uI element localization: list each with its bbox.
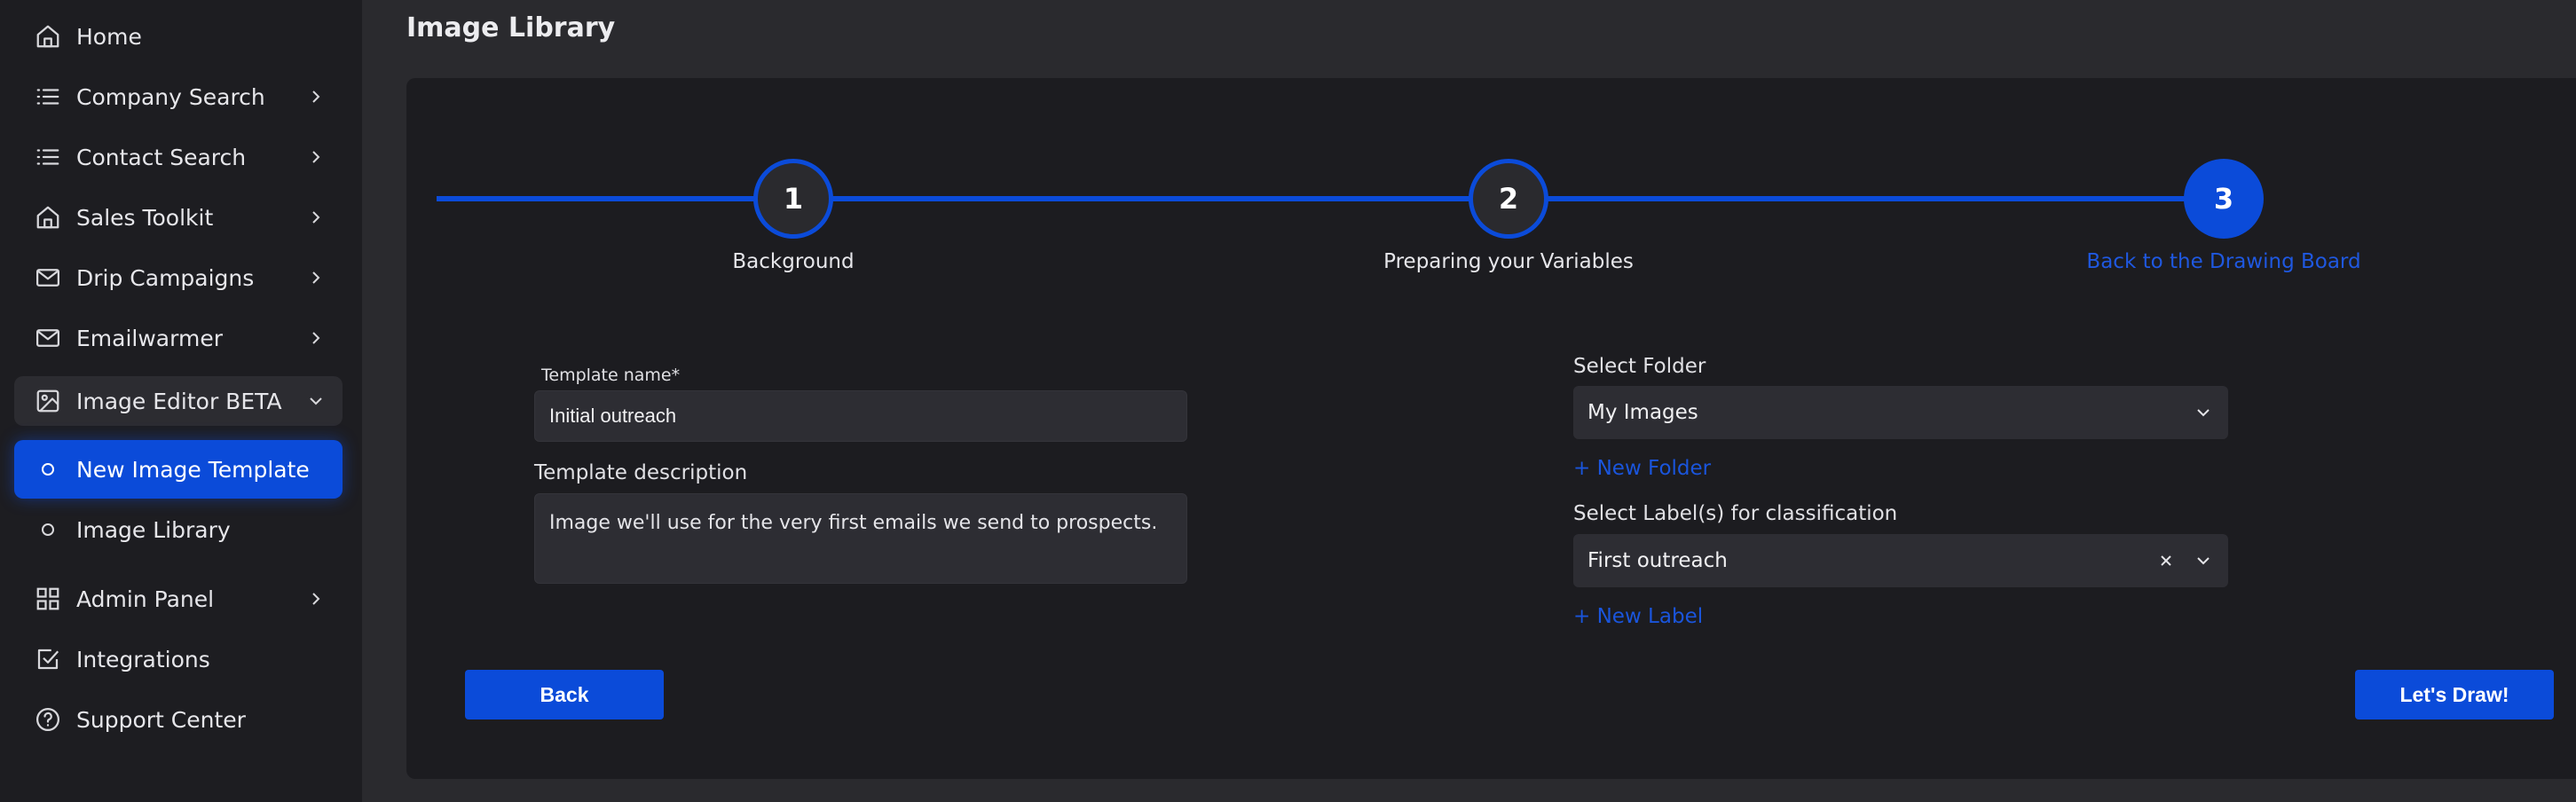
labels-select[interactable]: First outreach bbox=[1573, 534, 2228, 587]
step-1-indicator[interactable]: 1 bbox=[753, 159, 833, 239]
new-folder-link[interactable]: + New Folder bbox=[1573, 457, 1711, 480]
mail-icon bbox=[32, 322, 64, 354]
chevron-down-icon bbox=[310, 397, 322, 405]
sidebar-item-label: Emailwarmer bbox=[76, 325, 223, 351]
sidebar-item-integrations[interactable]: Integrations bbox=[14, 635, 343, 683]
sidebar-item-label: Integrations bbox=[76, 646, 210, 672]
sidebar-item-label: Sales Toolkit bbox=[76, 204, 214, 231]
checkbox-icon bbox=[32, 643, 64, 675]
step-1-label: Background bbox=[732, 250, 855, 273]
sidebar-item-support-center[interactable]: Support Center bbox=[14, 696, 343, 743]
help-icon bbox=[32, 704, 64, 735]
sidebar-item-label: Image Editor BETA bbox=[76, 388, 282, 414]
lets-draw-button[interactable]: Let's Draw! bbox=[2355, 670, 2554, 719]
list-icon bbox=[32, 81, 64, 113]
sidebar-item-label: Contact Search bbox=[76, 144, 247, 170]
sidebar-item-label: Home bbox=[76, 23, 142, 50]
sidebar-item-company-search[interactable]: Company Search bbox=[14, 73, 343, 121]
sidebar-item-label: Admin Panel bbox=[76, 586, 215, 612]
chevron-right-icon bbox=[312, 211, 320, 224]
image-icon bbox=[32, 385, 64, 417]
sidebar-item-new-image-template[interactable]: New Image Template bbox=[14, 440, 343, 499]
template-description-label: Template description bbox=[534, 461, 748, 484]
sidebar-item-label: Drip Campaigns bbox=[76, 264, 255, 291]
page-header: Image Library bbox=[362, 0, 2576, 64]
stepper-track bbox=[437, 196, 2224, 201]
home-icon bbox=[32, 201, 64, 233]
template-name-label: Template name* bbox=[541, 366, 681, 385]
close-icon[interactable] bbox=[2157, 552, 2175, 570]
sidebar-item-image-editor[interactable]: Image Editor BETA bbox=[14, 376, 343, 426]
template-name-input[interactable]: Initial outreach bbox=[534, 390, 1187, 442]
sidebar-item-label: Company Search bbox=[76, 83, 265, 110]
step-number: 2 bbox=[1498, 182, 1519, 216]
home-icon bbox=[32, 20, 64, 52]
chevron-right-icon bbox=[312, 332, 320, 344]
page-title: Image Library bbox=[406, 12, 616, 43]
chevron-right-icon bbox=[312, 151, 320, 163]
chevron-right-icon bbox=[312, 271, 320, 284]
sidebar-item-sales-toolkit[interactable]: Sales Toolkit bbox=[14, 193, 343, 241]
sidebar-item-label: Support Center bbox=[76, 706, 246, 733]
folder-select[interactable]: My Images bbox=[1573, 386, 2228, 439]
chevron-right-icon bbox=[312, 593, 320, 605]
chevron-down-icon[interactable] bbox=[2194, 552, 2212, 570]
sidebar-item-admin-panel[interactable]: Admin Panel bbox=[14, 575, 343, 623]
sidebar-item-emailwarmer[interactable]: Emailwarmer bbox=[14, 314, 343, 362]
sidebar-item-label: Image Library bbox=[76, 516, 231, 543]
step-3-indicator[interactable]: 3 bbox=[2184, 159, 2264, 239]
labels-select-value: First outreach bbox=[1587, 549, 1728, 572]
step-2-indicator[interactable]: 2 bbox=[1469, 159, 1548, 239]
chevron-right-icon bbox=[312, 90, 320, 103]
folder-select-value: My Images bbox=[1587, 401, 1698, 424]
step-3-label: Back to the Drawing Board bbox=[2086, 250, 2361, 273]
step-2-label: Preparing your Variables bbox=[1383, 250, 1634, 273]
grid-icon bbox=[32, 583, 64, 615]
sidebar-item-contact-search[interactable]: Contact Search bbox=[14, 133, 343, 181]
step-number: 1 bbox=[783, 182, 804, 216]
mail-icon bbox=[32, 262, 64, 294]
template-description-textarea[interactable]: Image we'll use for the very first email… bbox=[534, 493, 1187, 584]
select-folder-label: Select Folder bbox=[1573, 355, 1706, 378]
list-icon bbox=[32, 141, 64, 173]
sidebar: Home Company Search Contact Search Sales… bbox=[0, 0, 362, 802]
back-button[interactable]: Back bbox=[465, 670, 664, 719]
sidebar-item-drip-campaigns[interactable]: Drip Campaigns bbox=[14, 254, 343, 302]
select-labels-label: Select Label(s) for classification bbox=[1573, 502, 1898, 525]
new-label-link[interactable]: + New Label bbox=[1573, 605, 1703, 628]
step-number: 3 bbox=[2213, 182, 2234, 216]
circle-icon bbox=[35, 453, 60, 485]
chevron-down-icon[interactable] bbox=[2194, 404, 2212, 421]
sidebar-item-label: New Image Template bbox=[76, 456, 310, 483]
sidebar-item-home[interactable]: Home bbox=[14, 12, 343, 60]
sidebar-item-image-library[interactable]: Image Library bbox=[14, 506, 343, 554]
circle-icon bbox=[35, 514, 60, 546]
